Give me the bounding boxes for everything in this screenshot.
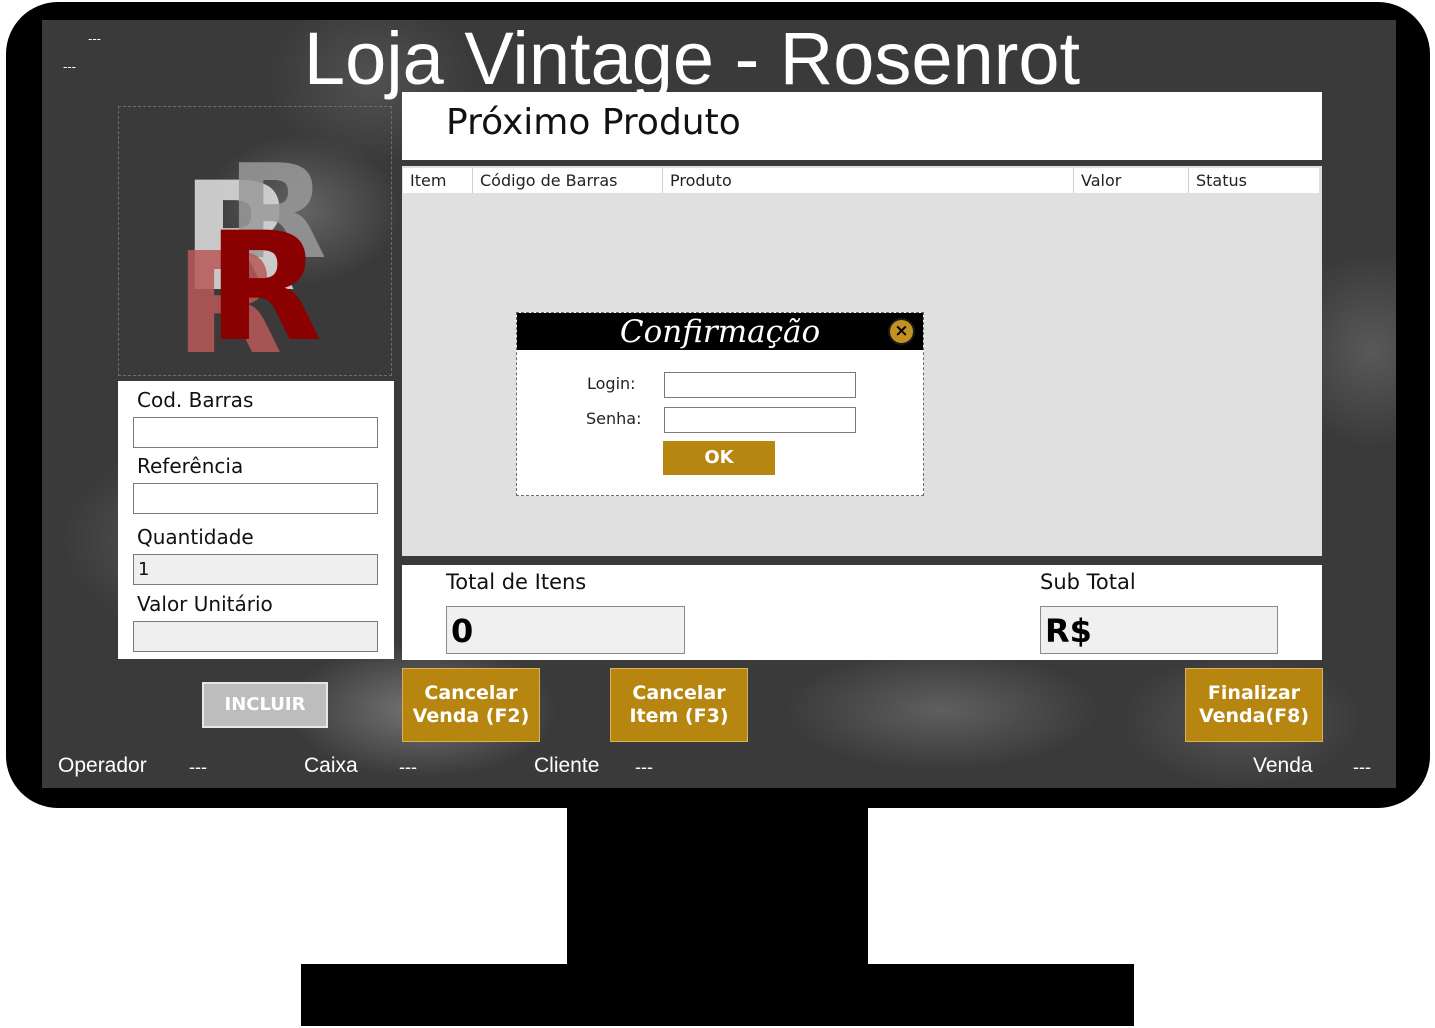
valor-unitario-input[interactable] bbox=[133, 621, 378, 652]
referencia-label: Referência bbox=[137, 454, 244, 478]
cancel-sale-button[interactable]: Cancelar Venda (F2) bbox=[402, 668, 540, 742]
confirmation-dialog: Confirmação × Login: Senha: OK bbox=[516, 312, 924, 496]
finalize-sale-label: Finalizar Venda(F8) bbox=[1198, 682, 1310, 727]
dialog-title: Confirmação bbox=[619, 314, 821, 350]
column-header-item[interactable]: Item bbox=[403, 168, 473, 193]
cancel-item-label: Cancelar Item (F3) bbox=[629, 682, 729, 727]
corner-placeholder-b: --- bbox=[63, 60, 76, 74]
monitor-stand-base bbox=[301, 964, 1134, 1026]
finalize-sale-button[interactable]: Finalizar Venda(F8) bbox=[1185, 668, 1323, 742]
sub-total-label: Sub Total bbox=[1040, 570, 1136, 594]
quantidade-input[interactable]: 1 bbox=[133, 554, 378, 585]
total-itens-label: Total de Itens bbox=[446, 570, 587, 594]
referencia-input[interactable] bbox=[133, 483, 378, 514]
venda-value: --- bbox=[1353, 757, 1371, 777]
cod-barras-label: Cod. Barras bbox=[137, 388, 254, 412]
svg-text:R: R bbox=[207, 201, 323, 375]
monitor-stand-neck bbox=[567, 806, 868, 968]
incluir-button[interactable]: INCLUIR bbox=[202, 682, 328, 728]
cancel-sale-label: Cancelar Venda (F2) bbox=[412, 682, 530, 727]
ok-button[interactable]: OK bbox=[663, 441, 775, 475]
product-entry-panel: Cod. Barras Referência Quantidade 1 Valo… bbox=[118, 381, 394, 659]
column-header-status[interactable]: Status bbox=[1189, 168, 1319, 193]
next-product-label: Próximo Produto bbox=[446, 102, 741, 143]
senha-input[interactable] bbox=[664, 407, 856, 433]
next-product-box: Próximo Produto bbox=[402, 92, 1322, 160]
valor-unitario-label: Valor Unitário bbox=[137, 592, 273, 616]
login-input[interactable] bbox=[664, 372, 856, 398]
total-itens-value: 0 bbox=[446, 606, 685, 654]
rr-logo-graphic: R R R R bbox=[175, 136, 327, 386]
venda-label: Venda bbox=[1253, 754, 1313, 777]
totals-panel: Total de Itens 0 Sub Total R$ bbox=[402, 565, 1322, 660]
column-header-produto[interactable]: Produto bbox=[663, 168, 1074, 193]
senha-label: Senha: bbox=[586, 409, 642, 428]
items-table: Item Código de Barras Produto Valor Stat… bbox=[402, 166, 1322, 556]
cliente-value: --- bbox=[635, 757, 653, 777]
app-title: Loja Vintage - Rosenrot bbox=[303, 20, 1081, 100]
operador-value: --- bbox=[189, 757, 207, 777]
column-header-valor[interactable]: Valor bbox=[1074, 168, 1189, 193]
cod-barras-input[interactable] bbox=[133, 417, 378, 448]
operador-label: Operador bbox=[58, 754, 147, 777]
column-header-codigo[interactable]: Código de Barras bbox=[473, 168, 663, 193]
rr-logo-icon: R R R R bbox=[118, 106, 392, 386]
cliente-label: Cliente bbox=[534, 754, 600, 777]
dialog-title-bar: Confirmação × bbox=[517, 313, 923, 350]
caixa-label: Caixa bbox=[304, 754, 358, 777]
login-label: Login: bbox=[587, 374, 636, 393]
app-screen: --- --- Loja Vintage - Rosenrot R R R R … bbox=[42, 20, 1396, 788]
cancel-item-button[interactable]: Cancelar Item (F3) bbox=[610, 668, 748, 742]
sub-total-value: R$ bbox=[1040, 606, 1278, 654]
close-icon[interactable]: × bbox=[888, 318, 915, 345]
corner-placeholder-a: --- bbox=[88, 32, 101, 46]
quantidade-label: Quantidade bbox=[137, 525, 254, 549]
caixa-value: --- bbox=[399, 757, 417, 777]
table-header: Item Código de Barras Produto Valor Stat… bbox=[403, 168, 1319, 193]
